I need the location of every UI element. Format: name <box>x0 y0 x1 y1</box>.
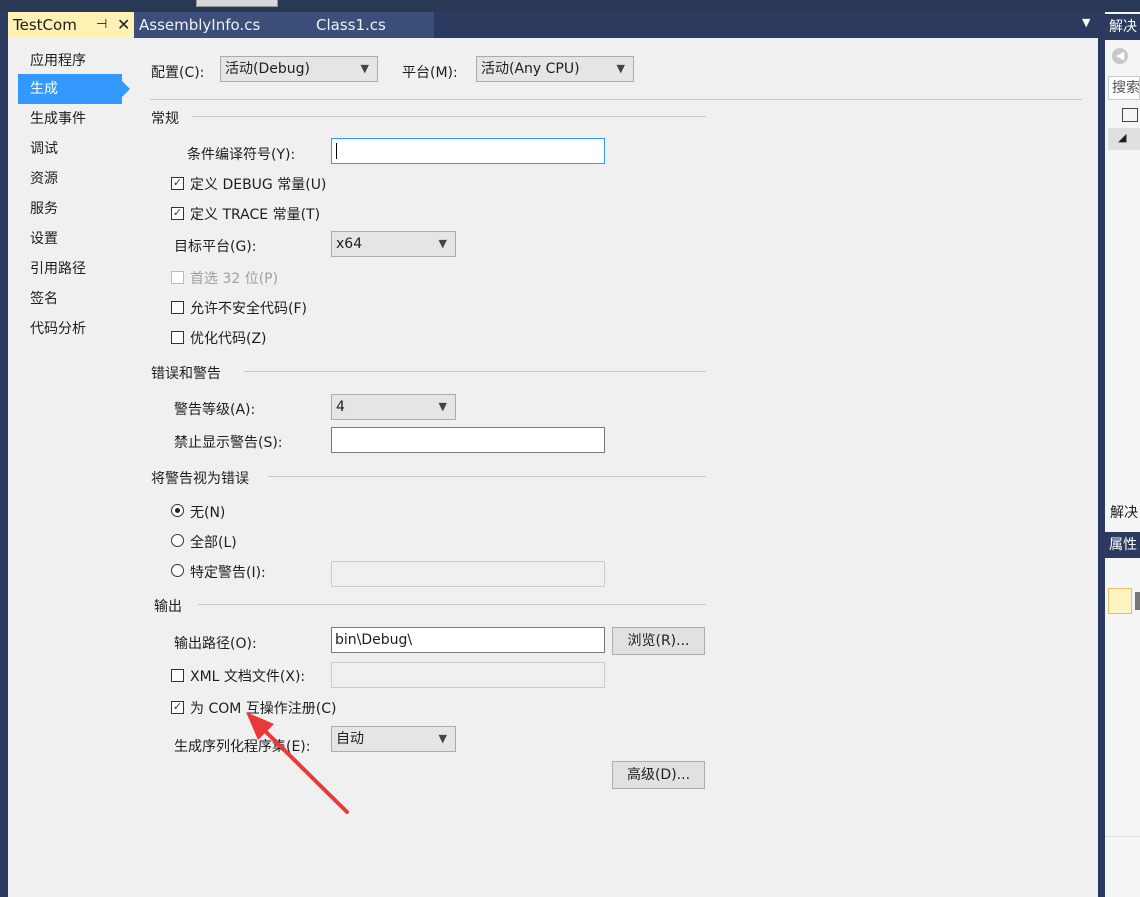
config-value: 活动(Debug) <box>225 61 310 77</box>
close-icon[interactable]: ✕ <box>117 12 130 38</box>
treat-warnings-none-radio[interactable] <box>171 504 184 517</box>
left-border <box>0 38 8 897</box>
optimize-code-label[interactable]: 优化代码(Z) <box>190 328 267 348</box>
properties-divider <box>1105 836 1140 837</box>
title-strip <box>0 0 1140 12</box>
tab-testcom-label: TestCom <box>13 16 77 34</box>
pane-splitter[interactable] <box>1098 12 1105 897</box>
nav-item-build[interactable]: 生成 <box>18 74 130 104</box>
nav-item-services[interactable]: 服务 <box>18 194 128 224</box>
nav-item-debug[interactable]: 调试 <box>18 134 128 164</box>
treat-warnings-specific-label[interactable]: 特定警告(I): <box>190 562 266 582</box>
properties-panel-header[interactable]: 属性 <box>1105 532 1140 558</box>
cond-symbols-input[interactable] <box>331 138 605 164</box>
nav-item-code-analysis[interactable]: 代码分析 <box>18 314 128 344</box>
output-path-input[interactable]: bin\Debug\ <box>331 627 605 653</box>
unsafe-code-checkbox[interactable] <box>171 301 184 314</box>
advanced-button[interactable]: 高级(D)... <box>612 761 705 789</box>
xml-doc-label[interactable]: XML 文档文件(X): <box>190 666 305 686</box>
com-register-checkbox[interactable]: ✓ <box>171 701 184 714</box>
output-path-value: bin\Debug\ <box>335 632 413 648</box>
solution-explorer-header[interactable]: 解决 <box>1105 14 1140 40</box>
xml-doc-checkbox[interactable] <box>171 669 184 682</box>
warning-level-value: 4 <box>336 399 345 415</box>
nav-item-reference-paths[interactable]: 引用路径 <box>18 254 128 284</box>
target-platform-label: 目标平台(G): <box>174 239 257 255</box>
config-label: 配置(C): <box>151 65 205 81</box>
categorized-view-icon[interactable] <box>1108 588 1132 614</box>
nav-item-build-events[interactable]: 生成事件 <box>18 104 128 134</box>
define-debug-label[interactable]: 定义 DEBUG 常量(U) <box>190 174 326 194</box>
optimize-code-checkbox[interactable] <box>171 331 184 344</box>
treat-warnings-none-label[interactable]: 无(N) <box>190 502 225 522</box>
prefer32-label[interactable]: 首选 32 位(P) <box>190 268 278 288</box>
errors-group-header: 错误和警告 <box>151 366 221 382</box>
chevron-down-icon: ▼ <box>438 400 447 413</box>
target-platform-select[interactable]: x64 ▼ <box>331 231 456 257</box>
chevron-down-icon: ▼ <box>616 62 625 75</box>
xml-doc-input[interactable] <box>331 662 605 688</box>
general-group-header: 常规 <box>151 111 179 127</box>
annotation-arrow-icon <box>246 712 349 814</box>
nav-item-resources[interactable]: 资源 <box>18 164 128 194</box>
define-debug-checkbox[interactable]: ✓ <box>171 177 184 190</box>
expand-triangle-icon[interactable]: ◢ <box>1118 131 1126 144</box>
nav-item-application[interactable]: 应用程序 <box>18 46 128 76</box>
general-group-line <box>192 116 706 117</box>
platform-value: 活动(Any CPU) <box>481 61 580 77</box>
solution-explorer-footer-tab[interactable]: 解决 <box>1110 502 1138 522</box>
chevron-down-icon: ▼ <box>438 237 447 250</box>
alphabetical-view-icon[interactable] <box>1135 592 1140 610</box>
chevron-down-icon: ▼ <box>360 62 369 75</box>
unsafe-code-label[interactable]: 允许不安全代码(F) <box>190 298 307 318</box>
output-group-header: 输出 <box>154 599 182 615</box>
scroll-knob[interactable] <box>196 0 278 7</box>
project-properties-pane: 应用程序 生成 生成事件 调试 资源 服务 设置 引用路径 签名 代码分析 配置… <box>8 38 1098 897</box>
treat-warnings-specific-radio[interactable] <box>171 564 184 577</box>
define-trace-label[interactable]: 定义 TRACE 常量(T) <box>190 204 320 224</box>
pin-icon[interactable]: ⊣ <box>96 12 107 38</box>
cond-symbols-label: 条件编译符号(Y): <box>187 147 296 163</box>
warning-level-select[interactable]: 4 ▼ <box>331 394 456 420</box>
treat-warnings-all-label[interactable]: 全部(L) <box>190 532 237 552</box>
treat-warnings-group-header: 将警告视为错误 <box>151 471 249 487</box>
back-icon[interactable]: ◀ <box>1112 48 1128 64</box>
nav-item-settings[interactable]: 设置 <box>18 224 128 254</box>
nav-item-signing[interactable]: 签名 <box>18 284 128 314</box>
target-platform-value: x64 <box>336 236 363 252</box>
tab-assemblyinfo-label[interactable]: AssemblyInfo.cs <box>139 12 260 38</box>
solution-node-icon[interactable] <box>1122 108 1138 122</box>
tab-testcom[interactable]: TestCom ⊣ ✕ <box>8 12 134 38</box>
specific-warnings-input[interactable] <box>331 561 605 587</box>
text-caret <box>336 143 337 159</box>
warning-level-label: 警告等级(A): <box>174 402 256 418</box>
output-path-label: 输出路径(O): <box>174 636 257 652</box>
config-select[interactable]: 活动(Debug) ▼ <box>220 56 378 82</box>
tab-dropdown-icon[interactable]: ▼ <box>1082 16 1090 29</box>
tab-class1-label[interactable]: Class1.cs <box>316 12 386 38</box>
platform-select[interactable]: 活动(Any CPU) ▼ <box>476 56 634 82</box>
treat-warnings-group-line <box>268 476 706 477</box>
toolbar-divider <box>150 99 1082 100</box>
suppress-warnings-input[interactable] <box>331 427 605 453</box>
errors-group-line <box>244 371 706 372</box>
tab-assemblyinfo[interactable]: AssemblyInfo.cs Class1.cs <box>134 12 434 38</box>
suppress-warnings-label: 禁止显示警告(S): <box>174 435 283 451</box>
platform-label: 平台(M): <box>402 65 458 81</box>
define-trace-checkbox[interactable]: ✓ <box>171 207 184 220</box>
solution-search-input[interactable]: 搜索 <box>1108 76 1140 100</box>
browse-button[interactable]: 浏览(R)... <box>612 627 705 655</box>
treat-warnings-all-radio[interactable] <box>171 534 184 547</box>
chevron-down-icon: ▼ <box>438 732 447 745</box>
prefer32-checkbox[interactable] <box>171 271 184 284</box>
output-group-line <box>198 604 706 605</box>
